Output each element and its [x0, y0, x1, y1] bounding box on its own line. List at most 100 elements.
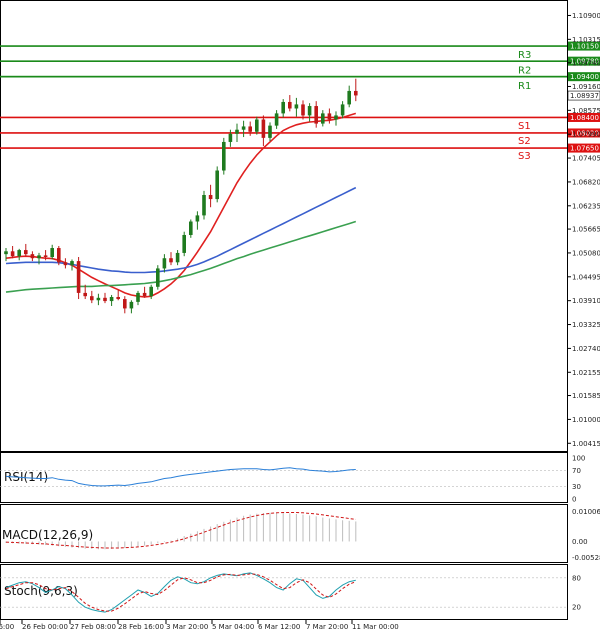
level-name-r3: R3: [518, 50, 531, 61]
rsi-tick-label: 30: [572, 483, 581, 491]
current-price-label: 1.08937: [570, 92, 599, 100]
price-tick-label: 1.10315: [572, 36, 600, 44]
price-tick-label: 1.03325: [572, 321, 600, 329]
candle-body: [235, 129, 239, 134]
price-tick-label: 1.06820: [572, 178, 600, 186]
price-tick-label: 1.08575: [572, 107, 600, 115]
price-tick-label: 1.00415: [572, 440, 600, 448]
time-tick-label: 5 Mar 04:00: [212, 623, 254, 631]
price-tick-label: 1.05080: [572, 249, 600, 257]
candle-body: [37, 255, 41, 259]
candle-body: [162, 258, 167, 269]
candle-body: [189, 221, 193, 235]
candle-body: [109, 296, 114, 302]
candle: [222, 137, 226, 175]
candle-body: [347, 90, 351, 105]
candle-body: [156, 268, 160, 287]
price-tick-label: 1.04495: [572, 273, 600, 281]
macd-tick-label: -0.005281: [572, 554, 600, 562]
price-tick-label: 1.09740: [572, 59, 600, 67]
time-tick-label: 7 Mar 20:00: [306, 623, 348, 631]
candle: [202, 190, 206, 220]
candle-body: [255, 119, 259, 132]
candle-body: [149, 286, 153, 297]
candle-body: [43, 255, 48, 258]
candle-body: [294, 104, 299, 109]
candle-body: [314, 106, 318, 124]
rsi-tick-label: 70: [572, 467, 581, 475]
level-price-label: 1.09400: [570, 73, 599, 81]
candle-body: [83, 292, 87, 297]
time-tick-label: 16:00: [0, 623, 14, 631]
time-tick-label: 28 Feb 16:00: [118, 623, 164, 631]
candle-body: [307, 106, 312, 116]
candle-body: [129, 301, 134, 309]
level-name-s3: S3: [518, 151, 531, 162]
candle-body: [116, 296, 120, 300]
price-tick-label: 1.07405: [572, 155, 600, 163]
macd-title: MACD(12,26,9): [2, 528, 93, 542]
candle-body: [222, 141, 226, 171]
candle-body: [24, 250, 28, 255]
candle-body: [340, 104, 345, 116]
candle: [215, 166, 219, 203]
stoch-tick-label: 20: [572, 604, 581, 612]
candle-body: [228, 133, 233, 142]
price-tick-label: 1.01585: [572, 392, 600, 400]
candle-body: [17, 250, 21, 257]
candle: [182, 231, 186, 257]
candle-body: [354, 90, 358, 96]
candle-body: [215, 170, 219, 200]
candle-body: [123, 299, 127, 309]
candle-body: [334, 115, 338, 120]
candle: [156, 265, 160, 290]
time-tick-label: 27 Feb 08:00: [70, 623, 116, 631]
candle-body: [208, 194, 213, 200]
level-name-s1: S1: [518, 121, 531, 132]
level-price-label: 1.07650: [570, 145, 599, 153]
stoch-tick-label: 80: [572, 574, 581, 582]
candle-body: [182, 234, 186, 253]
macd-tick-label: 0.010067: [572, 508, 600, 516]
trading-chart: 1.097801.101501.094001.084001.080201.076…: [0, 0, 600, 631]
candle-body: [30, 254, 35, 259]
candle-body: [327, 113, 332, 120]
candle-body: [248, 126, 252, 132]
candle-body: [175, 252, 180, 263]
candle-body: [4, 251, 8, 255]
price-tick-label: 1.03910: [572, 297, 600, 305]
time-tick-label: 3 Mar 20:00: [166, 623, 208, 631]
candle-body: [90, 296, 94, 301]
candle-body: [70, 261, 74, 266]
candle-body: [10, 251, 15, 257]
stoch-panel: [0, 564, 568, 620]
candle-body: [50, 248, 54, 258]
candle-body: [76, 261, 81, 293]
candle-body: [103, 297, 107, 302]
level-name-s2: S2: [518, 136, 531, 147]
candle-body: [301, 104, 305, 116]
candle-body: [288, 101, 292, 109]
candle-body: [241, 126, 246, 130]
candle-body: [274, 113, 279, 126]
macd-tick-label: 0.00: [572, 538, 588, 546]
price-tick-label: 1.10900: [572, 12, 600, 20]
candle-body: [261, 119, 266, 138]
main-price-panel: [0, 0, 568, 452]
price-tick-label: 1.05665: [572, 226, 600, 234]
time-tick-label: 11 Mar 00:00: [352, 623, 399, 631]
candle: [57, 245, 61, 266]
price-tick-label: 1.06235: [572, 202, 600, 210]
candle: [76, 257, 81, 300]
price-tick-label: 1.02155: [572, 369, 600, 377]
time-tick-label: 6 Mar 12:00: [258, 623, 300, 631]
time-axis: 16:00 26 Feb 00:0027 Feb 08:0028 Feb 16:0…: [0, 620, 399, 631]
candle-body: [63, 262, 68, 266]
rsi-tick-label: 0: [572, 496, 576, 504]
price-tick-label: 1.09160: [572, 83, 600, 91]
price-tick-label: 1.01000: [572, 416, 600, 424]
candle-body: [136, 292, 140, 302]
level-name-r1: R1: [518, 81, 531, 92]
level-price-label: 1.08400: [570, 114, 599, 122]
candle-body: [57, 248, 61, 263]
